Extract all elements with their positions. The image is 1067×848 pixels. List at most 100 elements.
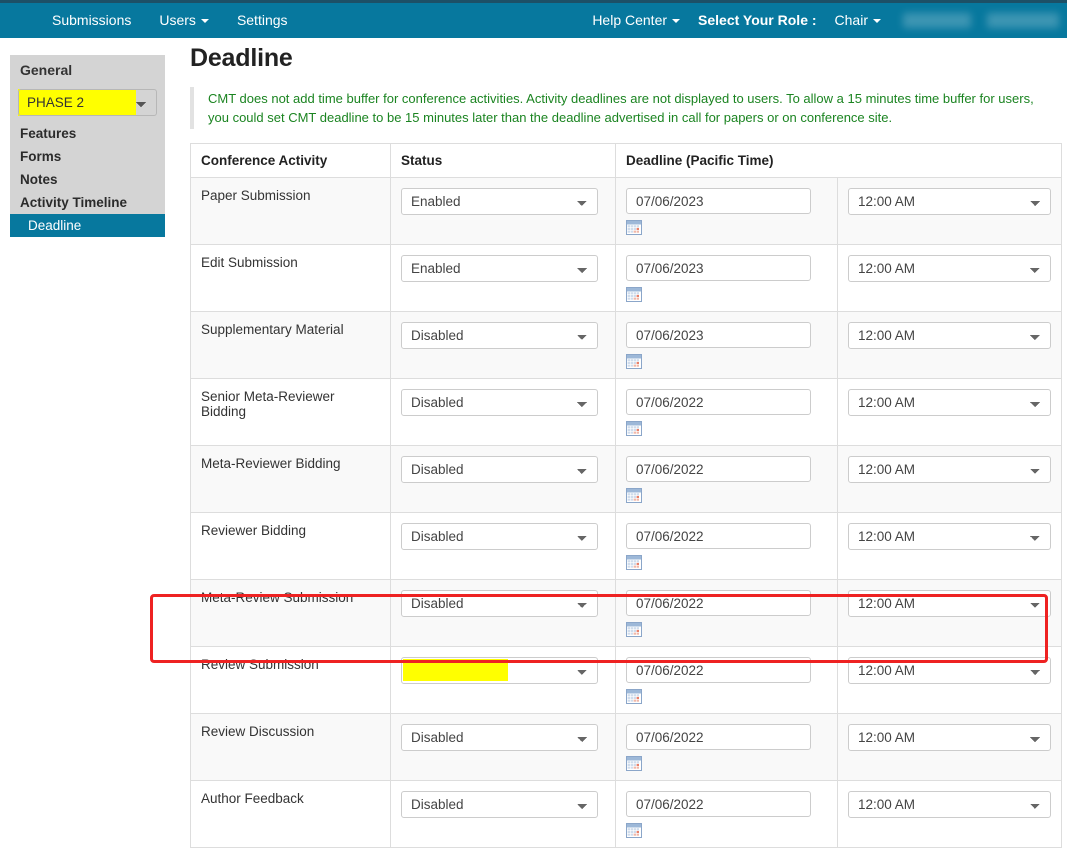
status-select-wrap: EnabledDisabled: [401, 590, 598, 617]
date-input[interactable]: [626, 322, 811, 348]
date-input[interactable]: [626, 523, 811, 549]
time-select[interactable]: 12:00 AM: [848, 389, 1051, 416]
sidebar-item-label: Activity Timeline: [20, 195, 128, 210]
status-select[interactable]: EnabledDisabled: [401, 523, 598, 550]
sidebar-item-notes[interactable]: Notes: [10, 168, 165, 191]
time-select[interactable]: 12:00 AM: [848, 523, 1051, 550]
sidebar-header: General: [20, 62, 73, 78]
time-select[interactable]: 12:00 AM: [848, 255, 1051, 282]
status-select-wrap: EnabledDisabled: [401, 657, 598, 684]
time-select[interactable]: 12:00 AM: [848, 188, 1051, 215]
sidebar-item-list: Features Forms Notes Activity Timeline Deadl…: [10, 122, 165, 237]
date-input[interactable]: [626, 188, 811, 214]
status-select[interactable]: EnabledDisabled: [401, 188, 598, 215]
status-select-wrap: EnabledDisabled: [401, 724, 598, 751]
cell-time: 12:00 AM: [837, 311, 1062, 379]
cell-time: 12:00 AM: [837, 378, 1062, 446]
status-select-wrap: EnabledDisabled: [401, 523, 598, 550]
cell-status: EnabledDisabled: [390, 177, 616, 245]
nav-help-center[interactable]: Help Center: [578, 3, 684, 38]
top-navigation-bar: Submissions Users Settings Help Center Sel…: [0, 0, 1067, 38]
nav-users-label: Users: [159, 12, 196, 28]
cell-status: EnabledDisabled: [390, 244, 616, 312]
cell-time: 12:00 AM: [837, 445, 1062, 513]
cell-date: [615, 244, 838, 312]
column-header-deadline: Deadline (Pacific Time): [615, 143, 1062, 178]
table-row: Reviewer Bidding EnabledDisabled 12:00 AM: [190, 512, 1062, 580]
calendar-icon[interactable]: [626, 220, 642, 235]
cell-status: EnabledDisabled: [390, 780, 616, 848]
sidebar-item-deadline[interactable]: Deadline: [10, 214, 165, 237]
calendar-icon[interactable]: [626, 823, 642, 838]
redacted-user-name: [903, 13, 971, 28]
sidebar-item-features[interactable]: Features: [10, 122, 165, 145]
calendar-icon[interactable]: [626, 421, 642, 436]
cell-date: [615, 311, 838, 379]
cell-status: EnabledDisabled: [390, 445, 616, 513]
cell-activity: Supplementary Material: [190, 311, 391, 379]
date-input[interactable]: [626, 389, 811, 415]
date-input[interactable]: [626, 255, 811, 281]
status-select[interactable]: EnabledDisabled: [401, 389, 598, 416]
phase-select[interactable]: PHASE 2: [18, 89, 157, 116]
cell-date: [615, 512, 838, 580]
chevron-down-icon: [873, 19, 881, 24]
nav-settings[interactable]: Settings: [223, 3, 302, 38]
status-select[interactable]: EnabledDisabled: [401, 724, 598, 751]
table-row: Author Feedback EnabledDisabled 12:00 AM: [190, 780, 1062, 848]
cell-status: EnabledDisabled: [390, 646, 616, 714]
calendar-icon[interactable]: [626, 354, 642, 369]
table-row: Senior Meta-Reviewer Bidding EnabledDisab…: [190, 378, 1062, 446]
main-content: Deadline CMT does not add time buffer fo…: [190, 44, 1067, 848]
cell-activity: Meta-Reviewer Bidding: [190, 445, 391, 513]
date-input[interactable]: [626, 657, 811, 683]
time-select[interactable]: 12:00 AM: [848, 590, 1051, 617]
calendar-icon[interactable]: [626, 555, 642, 570]
calendar-icon[interactable]: [626, 287, 642, 302]
sidebar: General PHASE 2 Features Forms Notes Activi…: [10, 55, 165, 237]
deadline-table-body: Paper SubmissionEnabledDisabled12:00 AME…: [190, 177, 1062, 848]
page-title: Deadline: [190, 44, 293, 72]
deadline-table: Conference Activity Status Deadline (Pac…: [190, 143, 1062, 848]
sidebar-item-activity-timeline[interactable]: Activity Timeline: [10, 191, 165, 214]
status-select[interactable]: EnabledDisabled: [401, 657, 598, 684]
table-row: Edit Submission EnabledDisabled 12:00 AM: [190, 244, 1062, 312]
calendar-icon[interactable]: [626, 756, 642, 771]
column-header-activity: Conference Activity: [190, 143, 391, 178]
status-select-wrap: EnabledDisabled: [401, 322, 598, 349]
cell-status: EnabledDisabled: [390, 378, 616, 446]
calendar-icon[interactable]: [626, 488, 642, 503]
cell-date: [615, 445, 838, 513]
date-input[interactable]: [626, 724, 811, 750]
time-select[interactable]: 12:00 AM: [848, 791, 1051, 818]
time-select[interactable]: 12:00 AM: [848, 322, 1051, 349]
sidebar-item-label: Forms: [20, 149, 62, 164]
status-select-wrap: EnabledDisabled: [401, 188, 598, 215]
calendar-icon[interactable]: [626, 622, 642, 637]
status-select[interactable]: EnabledDisabled: [401, 590, 598, 617]
date-input[interactable]: [626, 590, 811, 616]
status-select-wrap: EnabledDisabled: [401, 255, 598, 282]
status-select[interactable]: EnabledDisabled: [401, 322, 598, 349]
nav-role-dropdown[interactable]: Chair: [821, 3, 895, 38]
cell-activity: Review Discussion: [190, 713, 391, 781]
status-select[interactable]: EnabledDisabled: [401, 456, 598, 483]
nav-submissions[interactable]: Submissions: [38, 3, 145, 38]
nav-users[interactable]: Users: [145, 3, 223, 38]
cell-time: 12:00 AM: [837, 579, 1062, 647]
time-select[interactable]: 12:00 AM: [848, 657, 1051, 684]
date-input[interactable]: [626, 791, 811, 817]
nav-right-group: Help Center Select Your Role : Chair: [578, 3, 1067, 38]
status-select[interactable]: EnabledDisabled: [401, 255, 598, 282]
sidebar-item-forms[interactable]: Forms: [10, 145, 165, 168]
status-select[interactable]: EnabledDisabled: [401, 791, 598, 818]
cell-activity: Review Submission: [190, 646, 391, 714]
table-row: Meta-Reviewer Bidding EnabledDisabled 12:0…: [190, 445, 1062, 513]
cell-date: [615, 378, 838, 446]
date-input[interactable]: [626, 456, 811, 482]
calendar-icon[interactable]: [626, 689, 642, 704]
cell-time: 12:00 AM: [837, 646, 1062, 714]
time-select[interactable]: 12:00 AM: [848, 456, 1051, 483]
table-row: Paper Submission EnabledDisabled 12:00 AM: [190, 177, 1062, 245]
time-select[interactable]: 12:00 AM: [848, 724, 1051, 751]
